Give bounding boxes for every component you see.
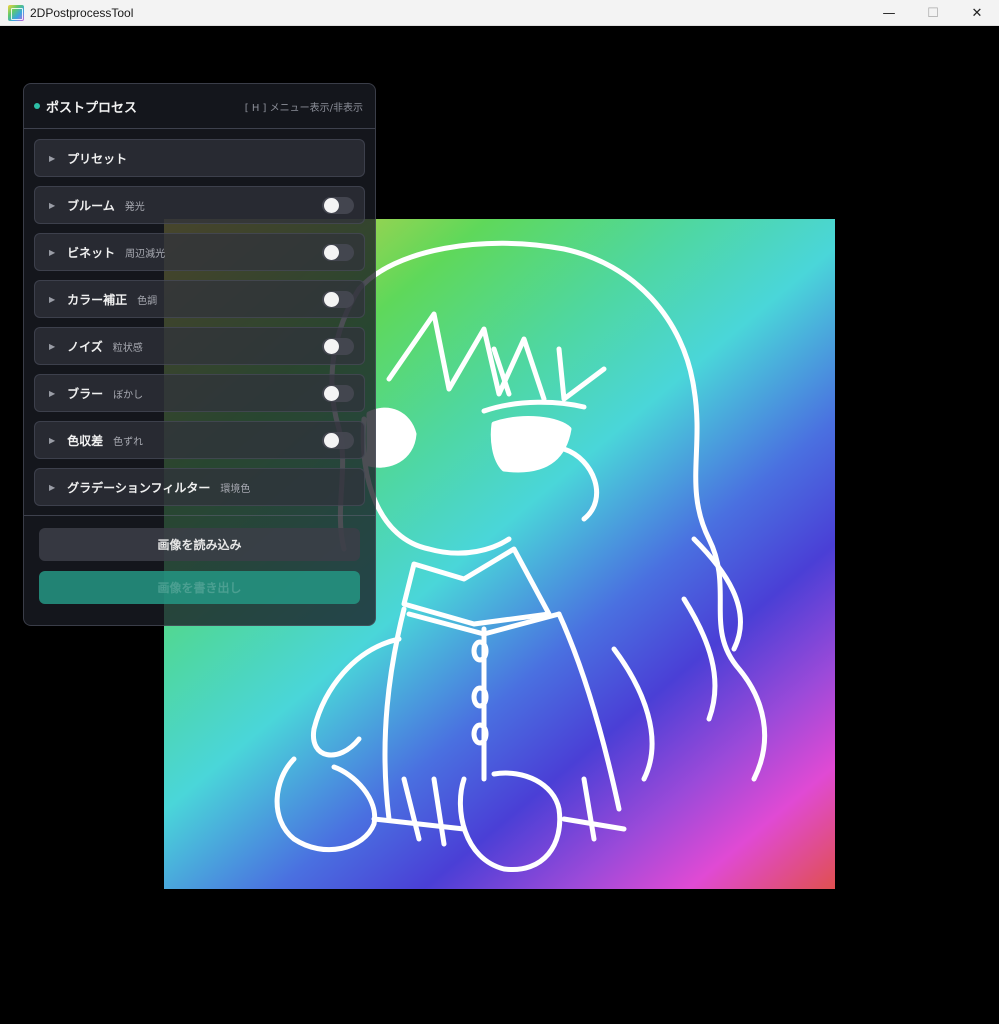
expand-triangle-icon: ▶ [49, 435, 56, 445]
app-icon [8, 4, 24, 21]
expand-triangle-icon: ▶ [49, 153, 56, 163]
expand-triangle-icon: ▶ [49, 247, 56, 257]
section-preset[interactable]: ▶ プリセット [34, 139, 365, 177]
section-sublabel: 周辺減光 [125, 248, 166, 260]
status-dot-icon [34, 103, 40, 109]
toggle-menu-hint: [ H ] メニュー表示/非表示 [244, 102, 363, 114]
section-label: カラー補正 [67, 292, 128, 307]
section-noise[interactable]: ▶ ノイズ 粒状感 [34, 327, 365, 365]
toggle-knob [324, 292, 339, 307]
window-controls: — ☐ ✕ [867, 0, 999, 26]
section-label: ブラー [67, 386, 104, 401]
maximize-button[interactable]: ☐ [911, 0, 955, 26]
section-label: 色収差 [67, 433, 104, 448]
postprocess-panel: ポストプロセス [ H ] メニュー表示/非表示 ▶ プリセット ▶ ブルーム … [23, 83, 376, 626]
section-label: ビネット [67, 245, 116, 260]
section-label: プリセット [67, 151, 128, 166]
expand-triangle-icon: ▶ [49, 388, 56, 398]
expand-triangle-icon: ▶ [49, 200, 56, 210]
section-blur[interactable]: ▶ ブラー ぼかし [34, 374, 365, 412]
export-image-button[interactable]: 画像を書き出し [39, 571, 360, 604]
section-sublabel: ぼかし [113, 389, 144, 401]
section-list: ▶ プリセット ▶ ブルーム 発光 ▶ ビネット 周辺減光 ▶ カラー補正 色調 [24, 129, 375, 506]
panel-title: ポストプロセス [46, 100, 138, 116]
toggle-knob [324, 433, 339, 448]
section-bloom[interactable]: ▶ ブルーム 発光 [34, 186, 365, 224]
section-label: ノイズ [67, 339, 103, 354]
expand-triangle-icon: ▶ [49, 341, 56, 351]
load-image-button[interactable]: 画像を読み込み [39, 528, 360, 561]
section-vignette[interactable]: ▶ ビネット 周辺減光 [34, 233, 365, 271]
toggle-knob [324, 198, 339, 213]
chromatic-aberration-toggle[interactable] [322, 432, 354, 449]
blur-toggle[interactable] [322, 385, 354, 402]
color-correction-toggle[interactable] [322, 291, 354, 308]
section-sublabel: 粒状感 [112, 342, 143, 354]
section-gradient-filter[interactable]: ▶ グラデーションフィルター 環境色 [34, 468, 365, 506]
bloom-toggle[interactable] [322, 197, 354, 214]
panel-header: ポストプロセス [ H ] メニュー表示/非表示 [24, 84, 375, 129]
section-chromatic-aberration[interactable]: ▶ 色収差 色ずれ [34, 421, 365, 459]
section-sublabel: 色ずれ [113, 436, 144, 448]
window-title: 2DPostprocessTool [30, 5, 134, 20]
vignette-toggle[interactable] [322, 244, 354, 261]
section-label: グラデーションフィルター [67, 480, 211, 495]
toggle-knob [324, 339, 339, 354]
noise-toggle[interactable] [322, 338, 354, 355]
toggle-knob [324, 386, 339, 401]
minimize-button[interactable]: — [867, 0, 911, 26]
section-sublabel: 色調 [137, 295, 158, 307]
toggle-knob [324, 245, 339, 260]
section-sublabel: 環境色 [220, 483, 251, 495]
viewport[interactable]: ポストプロセス [ H ] メニュー表示/非表示 ▶ プリセット ▶ ブルーム … [0, 27, 999, 1024]
close-button[interactable]: ✕ [955, 0, 999, 26]
section-sublabel: 発光 [124, 201, 145, 213]
section-label: ブルーム [67, 198, 115, 213]
divider [24, 515, 375, 516]
expand-triangle-icon: ▶ [49, 482, 56, 492]
expand-triangle-icon: ▶ [49, 294, 56, 304]
title-bar: 2DPostprocessTool — ☐ ✕ [0, 0, 999, 26]
section-color-correction[interactable]: ▶ カラー補正 色調 [34, 280, 365, 318]
